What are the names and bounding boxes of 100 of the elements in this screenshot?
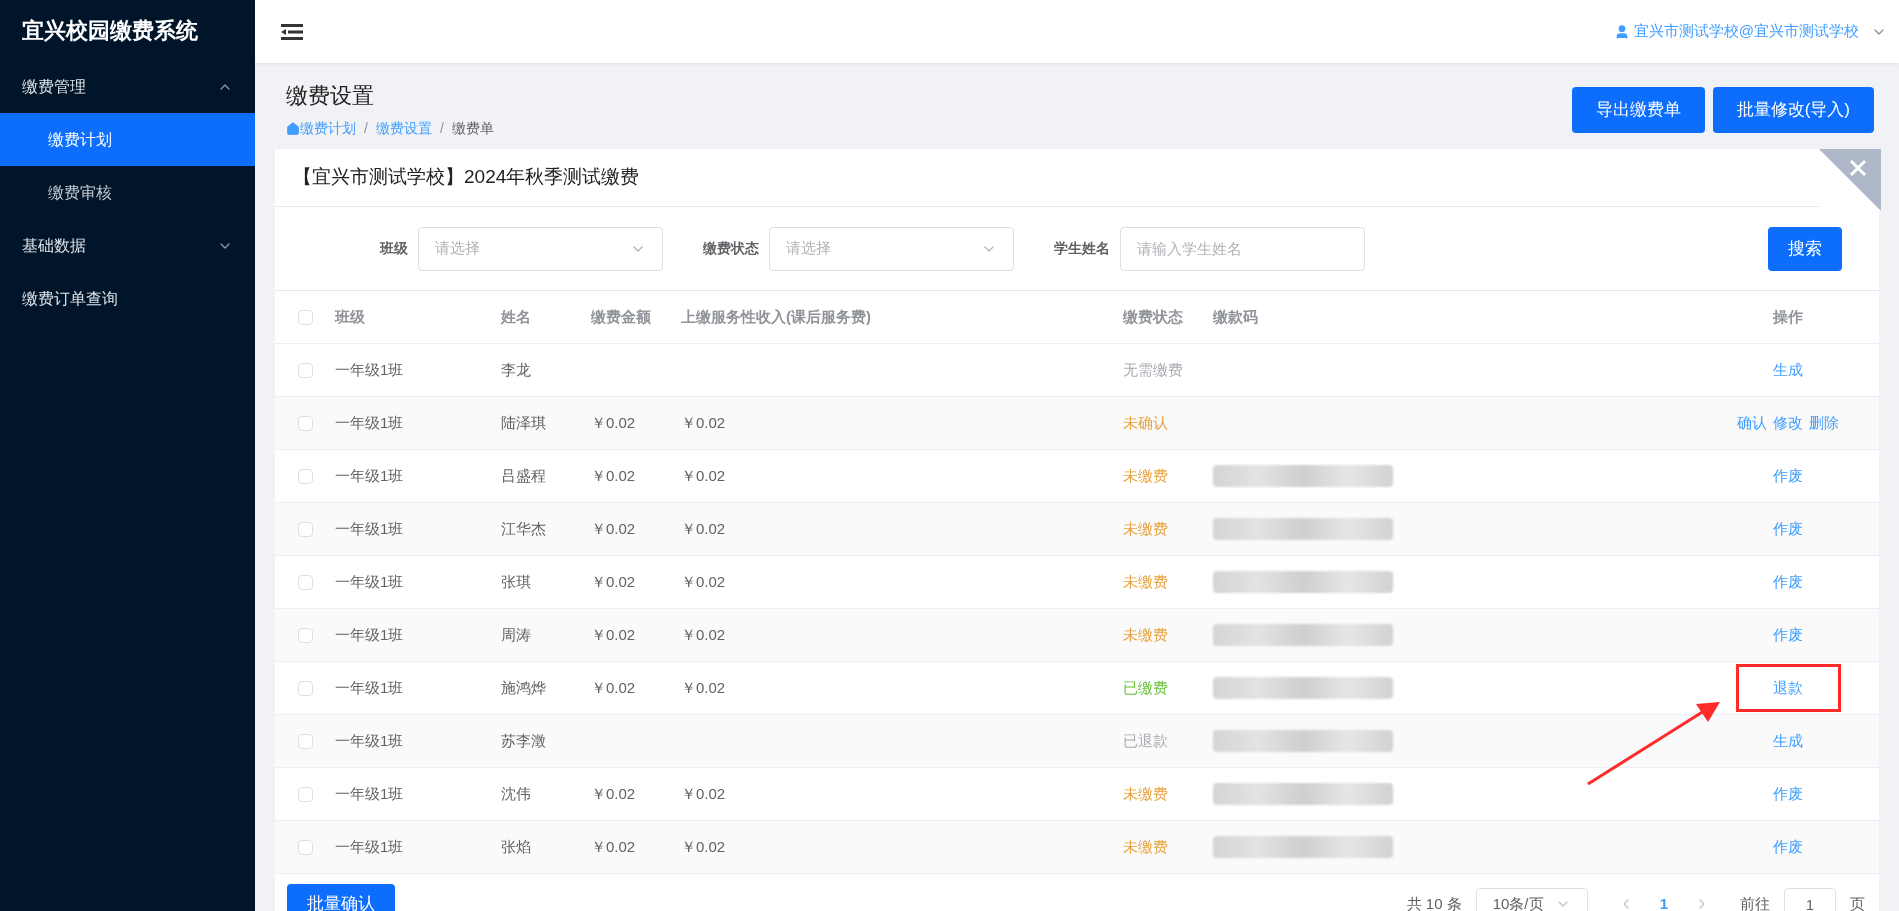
column-header: 操作 [1773, 307, 1803, 325]
status-text: 无需缴费 [1123, 360, 1183, 378]
table-cell: 张琪 [501, 572, 531, 590]
select-field[interactable]: 请选择 [418, 226, 663, 271]
menu-fold-icon[interactable] [281, 22, 303, 41]
status-text: 已缴费 [1123, 678, 1168, 696]
status-text: 未缴费 [1123, 572, 1168, 590]
table-cell: 张焰 [501, 837, 531, 855]
breadcrumb-separator: / [439, 119, 444, 138]
table-cell: ￥0.02 [591, 572, 636, 590]
action-link[interactable]: 作废 [1773, 782, 1803, 806]
table-cell: ￥0.02 [591, 837, 636, 855]
page-suffix: 页 [1850, 893, 1865, 911]
filter-label: 缴费状态 [703, 239, 759, 258]
goto-label: 前往 [1740, 893, 1770, 911]
checkbox[interactable] [297, 786, 313, 802]
action-link[interactable]: 作废 [1773, 517, 1803, 541]
table-cell: 沈伟 [501, 784, 531, 802]
page-input[interactable]: 1 [1784, 888, 1836, 911]
table-cell: 一年级1班 [335, 360, 404, 378]
table-cell: ￥0.02 [681, 625, 726, 643]
status-text: 未确认 [1123, 413, 1168, 431]
action-link[interactable]: 作废 [1773, 570, 1803, 594]
checkbox[interactable] [297, 309, 313, 325]
table-cell: 一年级1班 [335, 413, 404, 431]
checkbox[interactable] [297, 521, 313, 537]
table-cell: ￥0.02 [591, 413, 636, 431]
status-text: 未缴费 [1123, 784, 1168, 802]
filter-label: 班级 [380, 239, 408, 258]
column-header: 姓名 [501, 307, 531, 325]
table-cell: 一年级1班 [335, 837, 404, 855]
breadcrumb-item[interactable]: 缴费计划 [286, 118, 356, 139]
page-number[interactable]: 1 [1647, 892, 1680, 911]
checkbox[interactable] [297, 415, 313, 431]
breadcrumb-item: 缴费单 [451, 119, 494, 138]
checkbox[interactable] [297, 468, 313, 484]
column-header: 缴款码 [1213, 307, 1258, 325]
status-text: 未缴费 [1123, 519, 1168, 537]
table-cell: 施鸿烨 [501, 678, 546, 696]
table-cell: 吕盛程 [501, 466, 546, 484]
table-cell: ￥0.02 [681, 572, 726, 590]
action-link[interactable]: 作废 [1773, 623, 1803, 647]
table-cell: ￥0.02 [681, 678, 726, 696]
home-icon [286, 121, 300, 136]
action-link[interactable]: 作废 [1773, 464, 1803, 488]
user-menu[interactable]: 宜兴市测试学校@宜兴市测试学校 [1613, 20, 1887, 43]
table-cell: ￥0.02 [681, 784, 726, 802]
checkbox[interactable] [297, 839, 313, 855]
table-cell: 一年级1班 [335, 466, 404, 484]
action-link[interactable]: 退款 [1773, 676, 1803, 700]
breadcrumb-separator: / [364, 119, 368, 138]
menu-item[interactable]: 基础数据 [0, 219, 255, 272]
checkbox[interactable] [297, 627, 313, 643]
status-text: 已退款 [1123, 731, 1168, 749]
table-cell: 李龙 [501, 360, 531, 378]
breadcrumb-item[interactable]: 缴费设置 [375, 118, 432, 139]
filter-label: 学生姓名 [1054, 239, 1110, 258]
action-link[interactable]: 生成 [1773, 729, 1803, 753]
toolbar-button[interactable]: 导出缴费单 [1571, 87, 1705, 133]
action-link[interactable]: 生成 [1773, 358, 1803, 382]
table-cell: 一年级1班 [335, 784, 404, 802]
submenu-item[interactable]: 缴费审核 [0, 166, 255, 219]
checkbox[interactable] [297, 733, 313, 749]
table-cell: ￥0.02 [681, 519, 726, 537]
status-text: 未缴费 [1123, 837, 1168, 855]
column-header: 上缴服务性收入(课后服务费) [681, 307, 871, 325]
table-cell: ￥0.02 [591, 625, 636, 643]
table-cell: 一年级1班 [335, 678, 404, 696]
menu-item[interactable]: 缴费管理 [0, 60, 255, 113]
table-cell: ￥0.02 [681, 413, 726, 431]
app-title: 宜兴校园缴费系统 [21, 16, 199, 45]
submenu-item[interactable]: 缴费计划 [0, 113, 255, 166]
total-count: 共 10 条 [1406, 893, 1462, 911]
table-cell: 周涛 [501, 625, 531, 643]
input-field[interactable]: 请输入学生姓名 [1120, 226, 1365, 271]
table-cell: ￥0.02 [591, 678, 636, 696]
action-link[interactable]: 删除 [1809, 411, 1839, 435]
table-cell: 一年级1班 [335, 625, 404, 643]
status-text: 未缴费 [1123, 466, 1168, 484]
action-link[interactable]: 修改 [1773, 411, 1803, 435]
table-cell: 一年级1班 [335, 519, 404, 537]
toolbar-button[interactable]: 批量修改(导入) [1712, 87, 1874, 133]
action-link[interactable]: 确认 [1737, 411, 1767, 435]
select-field[interactable]: 请选择 [769, 226, 1014, 271]
checkbox[interactable] [297, 362, 313, 378]
page-title: 缴费设置 [286, 82, 375, 110]
table-cell: 一年级1班 [335, 731, 404, 749]
table-cell: ￥0.02 [681, 837, 726, 855]
column-header: 班级 [335, 307, 365, 325]
table-cell: 陆泽琪 [501, 413, 546, 431]
batch-confirm-button[interactable]: 批量确认 [287, 884, 395, 911]
page-size-select[interactable]: 10条/页 [1475, 888, 1588, 911]
checkbox[interactable] [297, 680, 313, 696]
table-cell: ￥0.02 [591, 466, 636, 484]
search-button[interactable]: 搜索 [1768, 226, 1842, 271]
table-cell: 江华杰 [501, 519, 546, 537]
action-link[interactable]: 作废 [1773, 835, 1803, 859]
status-text: 未缴费 [1123, 625, 1168, 643]
menu-item[interactable]: 缴费订单查询 [0, 272, 255, 325]
checkbox[interactable] [297, 574, 313, 590]
